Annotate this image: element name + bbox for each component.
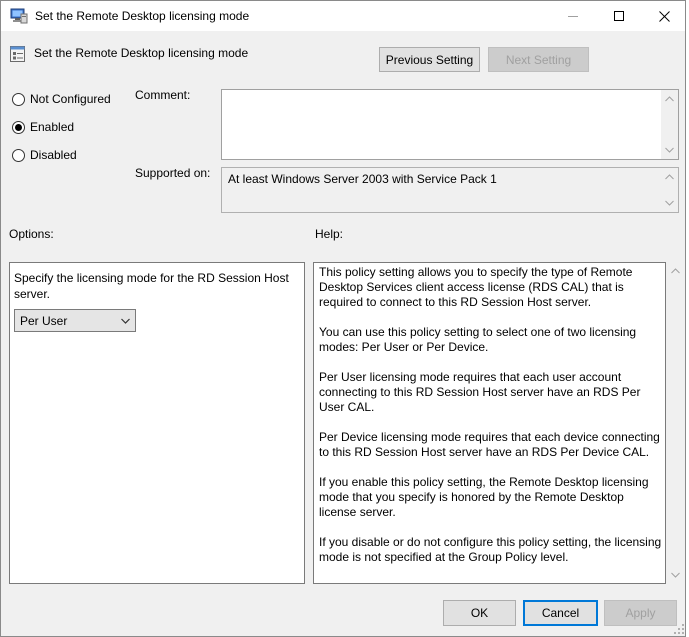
help-panel: This policy setting allows you to specif… — [313, 262, 666, 584]
radio-circle-not-configured[interactable] — [12, 92, 25, 106]
radio-enabled[interactable]: Enabled — [12, 120, 74, 134]
comment-textarea[interactable] — [221, 89, 679, 160]
help-label: Help: — [315, 227, 344, 241]
help-paragraph: If you enable this policy setting, the R… — [319, 475, 649, 519]
policy-dialog-window: Set the Remote Desktop licensing mode Se… — [0, 0, 686, 637]
licensing-mode-selected: Per User — [20, 313, 68, 328]
help-scrollbar[interactable] — [667, 262, 684, 584]
radio-label-enabled: Enabled — [30, 120, 75, 134]
radio-circle-enabled[interactable] — [12, 120, 25, 134]
window-title: Set the Remote Desktop licensing mode — [35, 9, 250, 23]
supported-scrollbar[interactable] — [661, 168, 678, 212]
radio-label-not-configured: Not Configured — [30, 92, 111, 106]
licensing-mode-description: Specify the licensing mode for the RD Se… — [14, 271, 289, 301]
radio-disabled[interactable]: Disabled — [12, 148, 77, 162]
maximize-icon — [614, 11, 624, 21]
supported-on-value: At least Windows Server 2003 with Servic… — [228, 172, 497, 186]
comment-scrollbar[interactable] — [661, 90, 678, 159]
help-text: This policy setting allows you to specif… — [319, 265, 664, 580]
help-paragraph: Per User licensing mode requires that ea… — [319, 370, 641, 414]
previous-setting-button[interactable]: Previous Setting — [379, 47, 480, 72]
licensing-mode-select[interactable]: Per User — [14, 309, 136, 332]
radio-not-configured[interactable]: Not Configured — [12, 92, 111, 106]
minimize-button[interactable] — [550, 1, 596, 31]
cancel-button[interactable]: Cancel — [523, 600, 598, 626]
radio-circle-disabled[interactable] — [12, 148, 25, 162]
supported-on-label: Supported on: — [135, 166, 211, 180]
policy-title: Set the Remote Desktop licensing mode — [34, 46, 249, 60]
help-paragraph: This policy setting allows you to specif… — [319, 265, 633, 309]
ok-button[interactable]: OK — [443, 600, 516, 626]
resize-grip-icon[interactable] — [673, 623, 685, 635]
next-setting-button[interactable]: Next Setting — [488, 47, 589, 72]
policy-setting-icon — [9, 45, 27, 63]
close-icon — [658, 10, 670, 22]
comment-label: Comment: — [135, 88, 191, 102]
options-label: Options: — [9, 227, 54, 241]
maximize-button[interactable] — [596, 1, 642, 31]
options-panel: Specify the licensing mode for the RD Se… — [9, 262, 305, 584]
close-button[interactable] — [641, 1, 685, 31]
title-bar[interactable]: Set the Remote Desktop licensing mode — [1, 1, 685, 31]
supported-on-field: At least Windows Server 2003 with Servic… — [221, 167, 679, 213]
help-paragraph: You can use this policy setting to selec… — [319, 325, 637, 354]
help-paragraph: Per Device licensing mode requires that … — [319, 430, 660, 459]
computer-icon — [10, 7, 28, 25]
minimize-icon — [568, 11, 578, 21]
radio-label-disabled: Disabled — [30, 148, 77, 162]
apply-button[interactable]: Apply — [604, 600, 677, 626]
help-paragraph: If you disable or do not configure this … — [319, 535, 662, 564]
